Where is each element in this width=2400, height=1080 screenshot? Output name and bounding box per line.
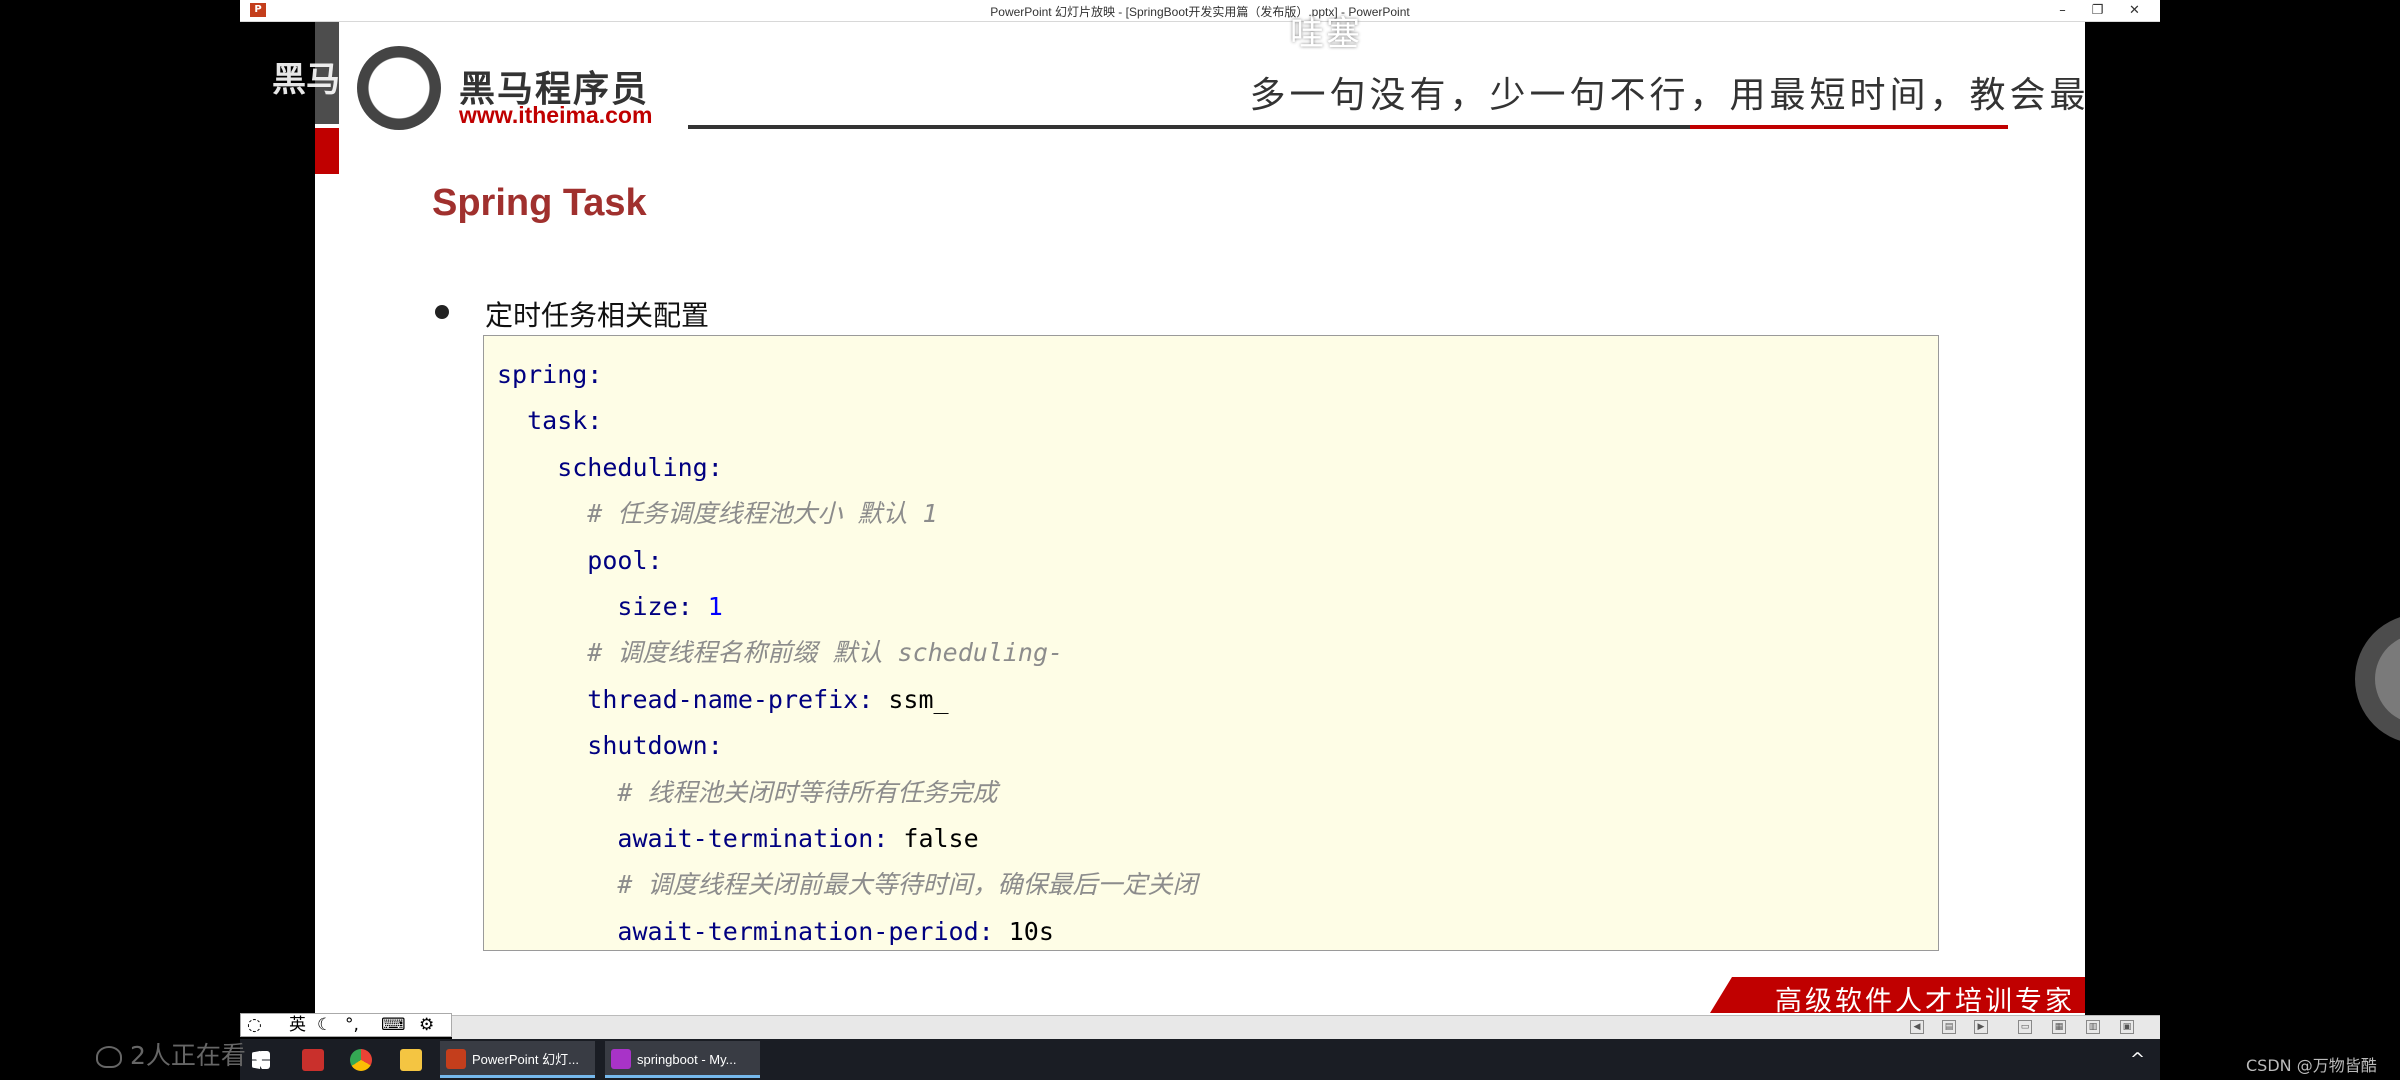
slide-slogan: 多一句没有，少一句不行，用最短时间，教会最实用的技术!	[1249, 75, 2085, 116]
code-key: await-termination:	[497, 823, 904, 853]
code-line: shutdown:	[497, 731, 723, 761]
header-rule-accent	[1690, 125, 2008, 129]
code-line: pool:	[497, 545, 663, 575]
chrome-icon[interactable]	[350, 1049, 372, 1071]
taskbar-task-button[interactable]: springboot - My...	[605, 1041, 760, 1078]
watermark-left-text: 黑马	[272, 60, 340, 100]
code-line: scheduling:	[497, 452, 723, 482]
people-icon	[96, 1046, 122, 1068]
bullet-text: 定时任务相关配置	[485, 299, 710, 332]
gear-icon[interactable]: ⚙	[419, 1014, 434, 1036]
code-value: false	[903, 823, 979, 853]
close-button[interactable]: ✕	[2112, 0, 2157, 21]
code-comment-line: # 线程池关闭时等待所有任务完成	[497, 777, 998, 807]
code-line: thread-name-prefix: ssm_	[484, 677, 1938, 723]
floating-assist-button[interactable]	[2355, 614, 2400, 744]
task-label: PowerPoint 幻灯...	[472, 1052, 579, 1067]
task-app-icon	[611, 1049, 631, 1069]
punctuation-toggle[interactable]: °,	[345, 1014, 359, 1036]
moon-icon[interactable]: ☾	[317, 1014, 332, 1036]
slideshow-view-icon[interactable]: ▣	[2120, 1020, 2134, 1034]
code-key: thread-name-prefix:	[497, 684, 889, 714]
itheima-logo-icon	[357, 46, 441, 130]
tray-chevron-icon[interactable]: ^	[2130, 1049, 2145, 1070]
code-line: await-termination: false	[484, 816, 1938, 862]
code-comment-line: # 调度线程关闭前最大等待时间，确保最后一定关闭	[497, 870, 1198, 900]
task-app-icon	[446, 1049, 466, 1069]
live-viewers: 2人正在看	[96, 1036, 246, 1072]
slide-side-bar-red	[315, 128, 339, 174]
code-value: ssm_	[888, 684, 949, 714]
task-label: springboot - My...	[637, 1052, 737, 1067]
keyboard-icon[interactable]: ⌨	[381, 1014, 406, 1036]
code-key: await-termination-period:	[497, 916, 1009, 946]
ime-toolbar[interactable]: ◌ 英 ☾ °, ⌨ ⚙	[240, 1013, 452, 1037]
code-value: 1	[707, 591, 723, 621]
code-line: spring:	[497, 360, 603, 389]
slides-menu-icon[interactable]: ▤	[1942, 1020, 1956, 1034]
viewers-text: 2人正在看	[130, 1041, 246, 1070]
window-title: PowerPoint 幻灯片放映 - [SpringBoot开发实用篇（发布版）…	[990, 5, 1410, 19]
slide: 黑马程序员 www.itheima.com 多一句没有，少一句不行，用最短时间，…	[315, 22, 2085, 1027]
app-icon-red[interactable]	[302, 1049, 324, 1071]
previous-slide-icon[interactable]: ◀	[1910, 1020, 1924, 1034]
code-value: 10s	[1008, 916, 1054, 946]
file-explorer-icon[interactable]	[400, 1049, 422, 1071]
bullet-icon	[435, 305, 449, 319]
slideshow-status-bar: ◀ ▤ ▶ ▭ ▦ ▥ ▣	[452, 1015, 2160, 1040]
danmaku-overlay-text: 哇塞	[1290, 14, 1362, 54]
ime-logo-icon[interactable]: ◌	[247, 1014, 262, 1036]
code-key: size:	[497, 591, 708, 621]
code-line: task:	[497, 406, 603, 436]
windows-taskbar: PowerPoint 幻灯... springboot - My... ^	[240, 1039, 2160, 1080]
reading-view-icon[interactable]: ▥	[2086, 1020, 2100, 1034]
logo-url: www.itheima.com	[459, 102, 653, 128]
slide-banner-text: 高级软件人才培训专家	[1775, 986, 2075, 1017]
csdn-watermark: CSDN @万物皆酷	[2246, 1056, 2377, 1075]
ime-language-toggle[interactable]: 英	[289, 1014, 306, 1036]
slide-heading: Spring Task	[432, 182, 647, 224]
window-title-bar: P PowerPoint 幻灯片放映 - [SpringBoot开发实用篇（发布…	[240, 0, 2160, 22]
taskbar-task-button[interactable]: PowerPoint 幻灯...	[440, 1041, 595, 1078]
code-line: await-termination-period: 10s	[484, 909, 1938, 955]
normal-view-icon[interactable]: ▭	[2018, 1020, 2032, 1034]
code-comment-line: # 任务调度线程池大小 默认 1	[497, 499, 938, 529]
slide-sorter-icon[interactable]: ▦	[2052, 1020, 2066, 1034]
code-block: spring: task: scheduling: # 任务调度线程池大小 默认…	[483, 335, 1939, 951]
next-slide-icon[interactable]: ▶	[1974, 1020, 1988, 1034]
code-line: size: 1	[484, 584, 1938, 630]
windows-start-icon[interactable]	[252, 1051, 270, 1069]
code-comment-line: # 调度线程名称前缀 默认 scheduling-	[497, 638, 1064, 668]
